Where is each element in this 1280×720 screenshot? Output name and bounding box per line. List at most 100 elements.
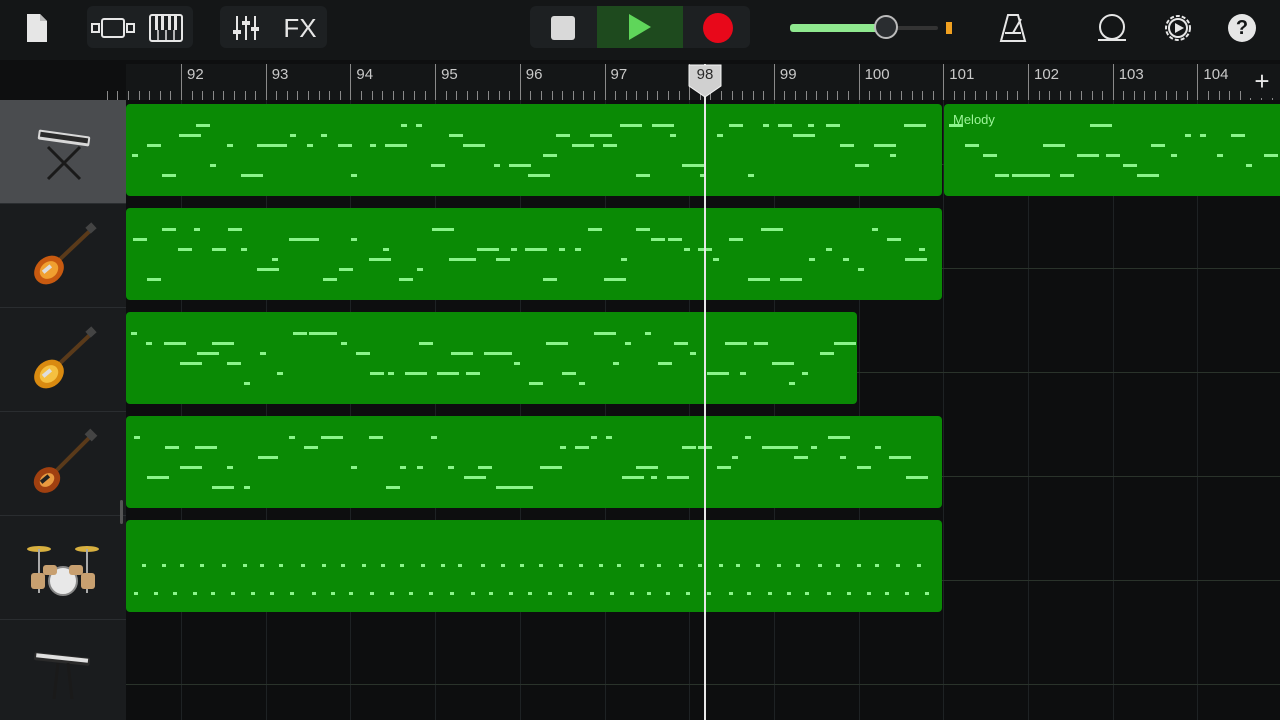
midi-note	[431, 164, 446, 167]
beat-tick	[795, 91, 797, 100]
stop-button[interactable]	[535, 8, 591, 48]
tracks-area[interactable]: Melody	[126, 100, 1280, 720]
midi-note	[211, 248, 226, 251]
mixer-icon[interactable]	[226, 10, 266, 46]
midi-note	[540, 466, 563, 469]
beat-tick	[826, 91, 828, 100]
midi-note	[651, 238, 666, 241]
header-resize-handle[interactable]	[120, 500, 123, 524]
electric-guitar-icon	[34, 325, 97, 388]
beat-tick	[964, 91, 966, 100]
midi-note	[885, 592, 890, 595]
track-header-drums[interactable]	[0, 516, 126, 620]
track-header-keyboard[interactable]	[0, 100, 126, 204]
master-volume-slider[interactable]	[790, 15, 960, 41]
midi-note	[811, 446, 818, 449]
fx-button[interactable]: FX	[278, 10, 322, 46]
midi-note	[793, 134, 816, 137]
track-header-guitar-2[interactable]	[0, 308, 126, 412]
midi-note	[196, 352, 219, 355]
beat-tick	[244, 91, 246, 100]
document-icon[interactable]	[22, 10, 52, 46]
record-button[interactable]	[690, 8, 746, 48]
bar-number: 97	[610, 66, 628, 83]
bar-number: 99	[779, 66, 797, 83]
volume-knob[interactable]	[874, 15, 898, 39]
midi-note	[142, 564, 147, 567]
midi-note	[857, 268, 864, 271]
beat-tick	[922, 91, 924, 100]
keyboard-icon[interactable]	[146, 10, 186, 46]
midi-note	[431, 436, 438, 439]
beat-tick	[551, 91, 553, 100]
beat-tick	[784, 91, 786, 100]
midi-note	[161, 174, 176, 177]
midi-note	[918, 476, 925, 479]
midi-note	[706, 592, 711, 595]
midi-region[interactable]	[126, 520, 942, 612]
midi-note	[269, 592, 274, 595]
midi-note	[173, 592, 178, 595]
track-header-bass[interactable]	[0, 412, 126, 516]
midi-region[interactable]	[126, 104, 942, 196]
beat-tick	[625, 91, 627, 100]
midi-note	[918, 124, 925, 127]
bar-number: 95	[441, 66, 458, 83]
midi-note	[679, 564, 684, 567]
midi-note	[369, 258, 392, 261]
midi-note	[311, 592, 316, 595]
midi-note	[777, 564, 782, 567]
help-icon[interactable]: ?	[1226, 12, 1258, 44]
midi-note	[408, 592, 413, 595]
midi-note	[685, 592, 690, 595]
midi-note	[488, 592, 493, 595]
beat-tick	[371, 91, 373, 100]
beat-tick	[1070, 91, 1072, 100]
beat-tick	[668, 91, 670, 100]
beat-tick	[117, 91, 119, 100]
midi-note	[843, 258, 850, 261]
midi-note	[477, 248, 500, 251]
midi-region[interactable]	[126, 208, 942, 300]
add-section-button[interactable]: +	[1248, 64, 1276, 98]
tracks-view-icon[interactable]	[90, 10, 136, 46]
beat-tick	[731, 91, 733, 100]
midi-note	[559, 446, 566, 449]
midi-note	[729, 124, 744, 127]
midi-note	[547, 592, 552, 595]
midi-region[interactable]: Melody	[944, 104, 1280, 196]
track-header-guitar-1[interactable]	[0, 204, 126, 308]
beat-tick	[1144, 91, 1146, 100]
midi-note	[449, 134, 464, 137]
midi-note	[762, 124, 769, 127]
midi-region[interactable]	[126, 312, 857, 404]
beat-tick	[932, 91, 934, 100]
beat-tick	[138, 91, 140, 100]
settings-icon[interactable]	[1160, 10, 1196, 46]
midi-note	[656, 564, 661, 567]
metronome-icon[interactable]	[996, 10, 1030, 46]
midi-note	[500, 564, 505, 567]
bar-number: 96	[525, 66, 543, 83]
midi-note	[513, 362, 520, 365]
midi-note	[588, 228, 603, 231]
loop-icon[interactable]	[1094, 10, 1130, 46]
midi-note	[228, 228, 243, 231]
synth-keyboard-icon	[37, 129, 91, 180]
midi-note	[756, 564, 761, 567]
midi-note	[272, 456, 279, 459]
midi-note	[793, 456, 808, 459]
midi-note	[179, 362, 202, 365]
bar-number: 104	[1203, 66, 1229, 83]
midi-note	[226, 362, 241, 365]
midi-note	[466, 372, 481, 375]
play-button[interactable]	[597, 6, 683, 48]
playhead-line	[704, 64, 706, 720]
midi-region[interactable]	[126, 416, 942, 508]
track-header-keyboard-2[interactable]	[0, 620, 126, 720]
playhead-bar-label: 98	[696, 66, 714, 83]
beat-tick	[477, 91, 479, 100]
bar-tick	[181, 64, 182, 100]
midi-note	[338, 144, 353, 147]
midi-note	[542, 154, 557, 157]
